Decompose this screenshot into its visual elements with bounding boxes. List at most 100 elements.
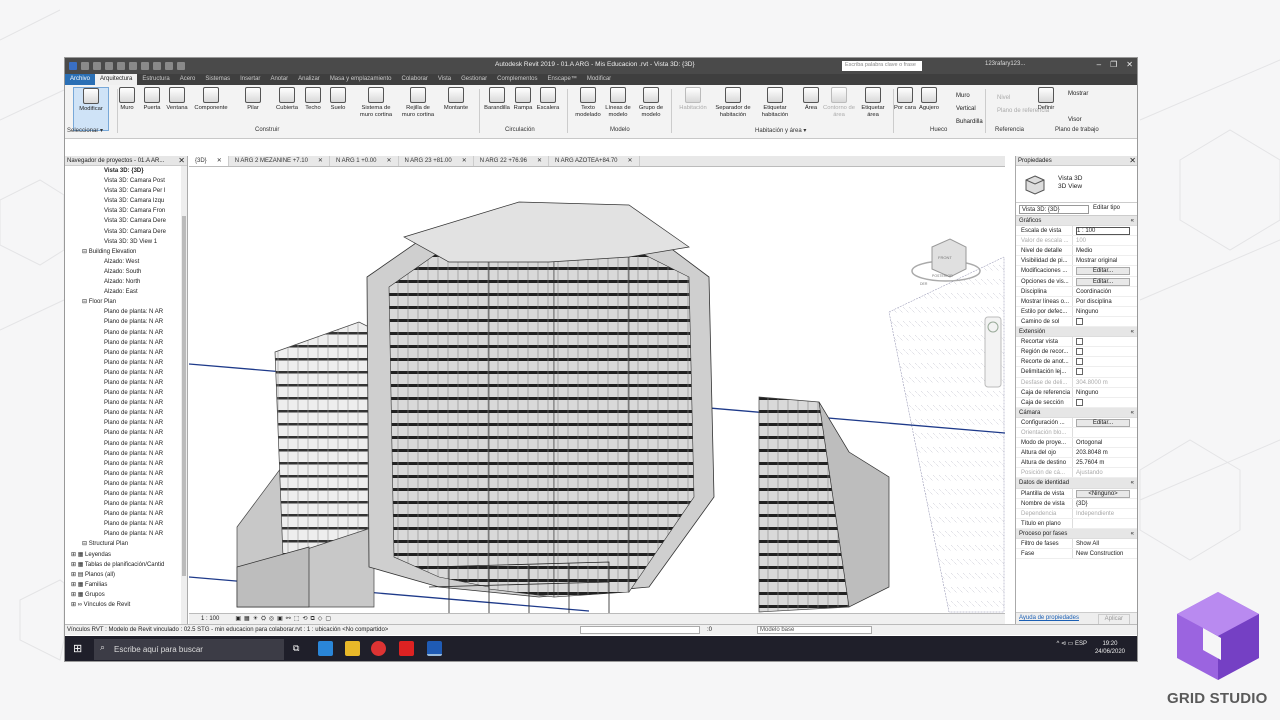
tab-13[interactable]: Enscape™: [542, 74, 581, 85]
restore-icon[interactable]: ❐: [1110, 60, 1117, 69]
browser-item[interactable]: Plano de planta: N AR: [65, 469, 187, 479]
measure-icon[interactable]: [141, 62, 149, 70]
tab-7[interactable]: Analizar: [293, 74, 325, 85]
autocad-icon[interactable]: [399, 641, 414, 656]
browser-item[interactable]: Plano de planta: N AR: [65, 388, 187, 398]
text-icon[interactable]: [153, 62, 161, 70]
properties-help-link[interactable]: Ayuda de propiedades: [1019, 613, 1079, 624]
viewcube-front-label[interactable]: FRONT: [938, 255, 952, 260]
opening-small-0[interactable]: Muro: [956, 93, 970, 99]
checkbox[interactable]: [1076, 338, 1083, 346]
view-tab[interactable]: N ARG 22 +76.96 ✕: [474, 156, 549, 166]
browser-item[interactable]: ⊞ ▦ Grupos: [65, 590, 187, 600]
browser-item[interactable]: Plano de planta: N AR: [65, 459, 187, 469]
property-section-header[interactable]: Proceso por fases «: [1016, 528, 1137, 539]
browser-item[interactable]: ⊟ Floor Plan: [65, 297, 187, 307]
edit-button[interactable]: Editar...: [1076, 277, 1130, 286]
tab-10[interactable]: Vista: [433, 74, 456, 85]
open-icon[interactable]: [81, 62, 89, 70]
apply-button[interactable]: Aplicar: [1097, 614, 1130, 624]
collapse-icon[interactable]: «: [1131, 529, 1134, 539]
browser-item[interactable]: Vista 3D: Camara Izqu: [65, 196, 187, 206]
close-icon[interactable]: ✕: [217, 156, 222, 166]
view-tab[interactable]: N ARG 23 +81.00 ✕: [399, 156, 474, 166]
browser-item[interactable]: ⊞ ▤ Planos (all): [65, 570, 187, 580]
browser-scrollbar[interactable]: [181, 166, 187, 624]
browser-item[interactable]: Plano de planta: N AR: [65, 398, 187, 408]
browser-item[interactable]: ⊟ Structural Plan: [65, 539, 187, 549]
browser-item[interactable]: Plano de planta: N AR: [65, 509, 187, 519]
browser-item[interactable]: ⊞ ∞ Vínculos de Revit: [65, 600, 187, 610]
checkbox[interactable]: [1076, 398, 1083, 406]
build-tool-8[interactable]: Sistema de muro cortina: [358, 87, 394, 118]
property-section-header[interactable]: Gráficos «: [1016, 216, 1137, 227]
tab-1[interactable]: Arquitectura: [95, 74, 138, 85]
app-icon[interactable]: [318, 641, 333, 656]
room-tool-0[interactable]: Habitación: [675, 87, 711, 112]
browser-item[interactable]: Plano de planta: N AR: [65, 489, 187, 499]
property-value[interactable]: Por disciplina: [1073, 297, 1137, 306]
property-value[interactable]: Mostrar original: [1073, 256, 1137, 265]
revit-icon[interactable]: [427, 641, 442, 656]
quick-access-toolbar[interactable]: [65, 62, 185, 70]
panel-select[interactable]: Seleccionar ▾: [67, 127, 115, 134]
browser-item[interactable]: Plano de planta: N AR: [65, 529, 187, 539]
browser-item[interactable]: Vista 3D: Camara Fron: [65, 206, 187, 216]
browser-item[interactable]: Alzado: East: [65, 287, 187, 297]
edit-button[interactable]: Editar...: [1076, 267, 1130, 276]
collapse-icon[interactable]: «: [1131, 478, 1134, 488]
view-3d-icon[interactable]: [165, 62, 173, 70]
property-value[interactable]: Show All: [1073, 539, 1137, 548]
help-search-input[interactable]: Escriba palabra clave o frase: [842, 61, 922, 71]
view-scale[interactable]: 1 : 100: [201, 616, 219, 622]
checkbox[interactable]: [1076, 368, 1083, 376]
browser-item[interactable]: Plano de planta: N AR: [65, 358, 187, 368]
clock[interactable]: 19:20 24/06/2020: [1095, 640, 1125, 656]
property-value[interactable]: Ortogonal: [1073, 438, 1137, 447]
print-icon[interactable]: [129, 62, 137, 70]
browser-item[interactable]: Plano de planta: N AR: [65, 348, 187, 358]
tab-8[interactable]: Masa y emplazamiento: [325, 74, 397, 85]
property-value[interactable]: [1073, 398, 1137, 407]
property-value[interactable]: Ninguno: [1073, 307, 1137, 316]
user-account[interactable]: 123rafary123...: [985, 61, 1025, 67]
view-tab[interactable]: {3D} ✕: [189, 156, 229, 166]
view-tab[interactable]: N ARG 1 +0.00 ✕: [330, 156, 399, 166]
circ-tool-2[interactable]: Escalera: [530, 87, 566, 112]
tab-9[interactable]: Colaborar: [397, 74, 433, 85]
browser-item[interactable]: Vista 3D: Camara Dere: [65, 227, 187, 237]
browser-item[interactable]: Alzado: North: [65, 277, 187, 287]
viewcube-posterior-label[interactable]: POSTERIOR: [932, 274, 953, 278]
windows-start-icon[interactable]: ⊞: [73, 642, 82, 655]
close-icon[interactable]: ✕: [1126, 60, 1133, 69]
property-value[interactable]: 304.8000 m: [1073, 378, 1137, 387]
opening-small-1[interactable]: Vertical: [956, 106, 976, 112]
browser-item[interactable]: Vista 3D: Camara Per I: [65, 186, 187, 196]
property-value[interactable]: [1073, 428, 1137, 437]
build-tool-3[interactable]: Componente: [193, 87, 229, 112]
browser-item[interactable]: Plano de planta: N AR: [65, 338, 187, 348]
browser-item[interactable]: Vista 3D: Camara Post: [65, 176, 187, 186]
tab-14[interactable]: Modificar: [582, 74, 616, 85]
model-tool-2[interactable]: Grupo de modelo: [633, 87, 669, 118]
opening-tool-1[interactable]: Agujero: [911, 87, 947, 112]
system-tray[interactable]: ^ ⊲ ▭ ESP: [1056, 640, 1087, 647]
workplane-tool-1[interactable]: Mostrar: [1068, 91, 1088, 97]
property-value[interactable]: Medio: [1073, 246, 1137, 255]
browser-item[interactable]: Plano de planta: N AR: [65, 307, 187, 317]
workplane-tool-2[interactable]: Visor: [1068, 117, 1082, 123]
browser-item[interactable]: Plano de planta: N AR: [65, 368, 187, 378]
browser-item[interactable]: Plano de planta: N AR: [65, 328, 187, 338]
build-tool-4[interactable]: Pilar: [235, 87, 271, 112]
browser-item[interactable]: Plano de planta: N AR: [65, 499, 187, 509]
language-indicator[interactable]: ESP: [1075, 641, 1087, 647]
save-icon[interactable]: [93, 62, 101, 70]
tab-4[interactable]: Sistemas: [200, 74, 235, 85]
property-value[interactable]: {3D}: [1073, 499, 1137, 508]
view-tab[interactable]: N ARG AZOTEA+84.70 ✕: [549, 156, 640, 166]
task-view-icon[interactable]: ⧉: [293, 643, 299, 654]
property-value[interactable]: [1073, 337, 1137, 346]
revit-logo-icon[interactable]: [69, 62, 77, 70]
panel-label-5[interactable]: Referencia: [995, 127, 1024, 133]
navigation-bar[interactable]: [984, 316, 1002, 388]
